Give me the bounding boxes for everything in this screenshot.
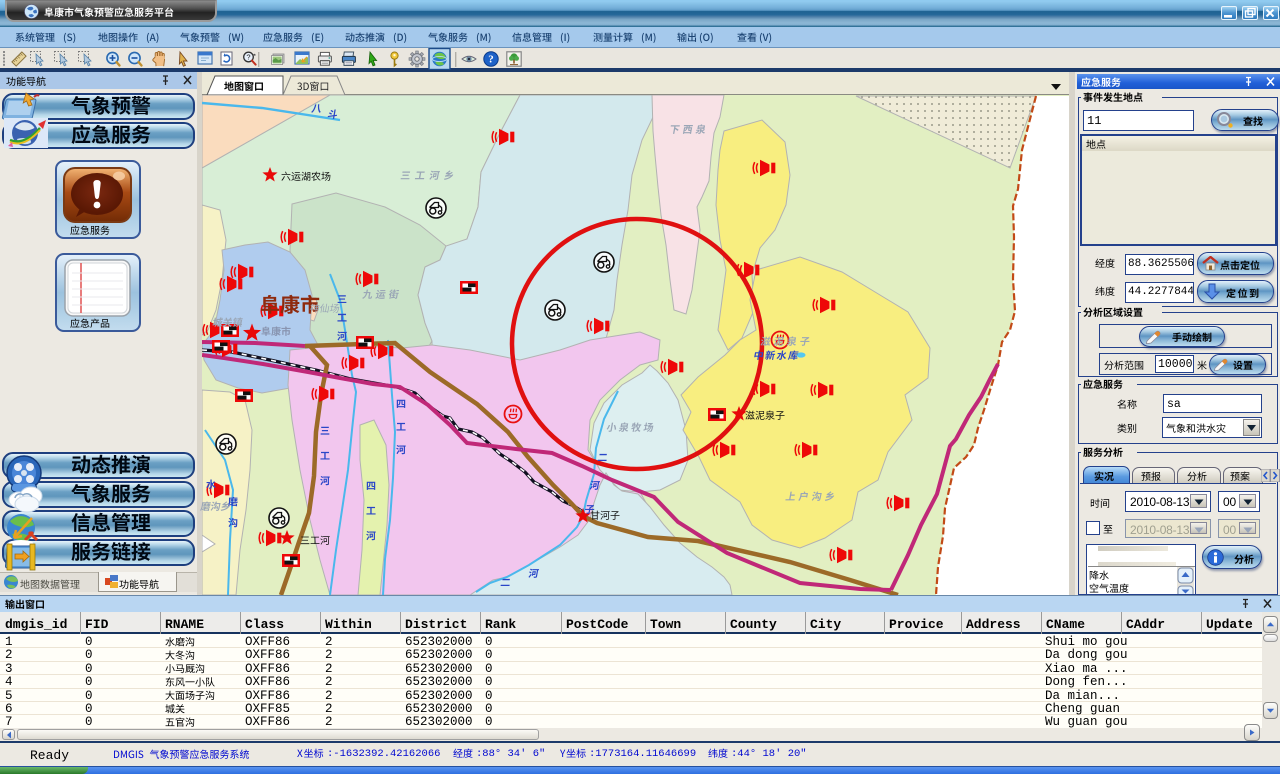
svg-text:?: ? xyxy=(246,52,250,61)
svg-text:?: ? xyxy=(488,54,494,66)
